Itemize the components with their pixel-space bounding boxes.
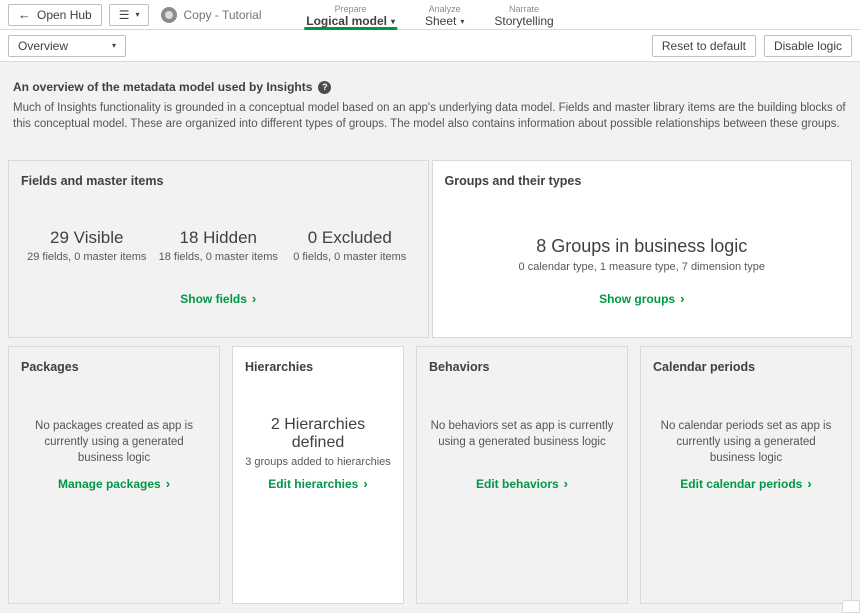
card-title: Hierarchies	[245, 360, 391, 374]
link-label: Edit behaviors	[476, 477, 559, 491]
stat-value: 0 Excluded	[284, 228, 416, 248]
behaviors-card: Behaviors No behaviors set as app is cur…	[416, 346, 628, 604]
chevron-right-icon: ›	[807, 477, 811, 490]
nav-prepare-logical-model[interactable]: Prepare Logical model ▾	[304, 0, 397, 30]
stat-detail: 29 fields, 0 master items	[21, 251, 153, 263]
card-title: Groups and their types	[445, 174, 840, 188]
global-menu-button[interactable]: ☰ ▾	[109, 4, 150, 26]
chevron-right-icon: ›	[166, 477, 170, 490]
app-name: Copy - Tutorial	[183, 8, 261, 22]
chevron-right-icon: ›	[680, 292, 684, 305]
show-fields-link[interactable]: Show fields ›	[9, 292, 428, 306]
chevron-down-icon: ▾	[391, 18, 395, 26]
top-bar: ← Open Hub ☰ ▾ Copy - Tutorial Prepare L…	[0, 0, 860, 30]
fields-and-master-items-card: Fields and master items 29 Visible 29 fi…	[8, 160, 429, 338]
nav-section-label: Narrate	[509, 4, 539, 15]
chevron-right-icon: ›	[363, 477, 367, 490]
help-icon[interactable]: ?	[318, 81, 331, 94]
stat-value: 18 Hidden	[153, 228, 285, 248]
view-toolbar: Overview ▾ Reset to default Disable logi…	[0, 30, 860, 62]
nav-item-label: Storytelling	[494, 14, 553, 29]
groups-and-types-card: Groups and their types 8 Groups in busin…	[432, 160, 853, 338]
view-selector-value: Overview	[18, 39, 68, 53]
back-arrow-icon: ←	[18, 8, 31, 21]
edit-calendar-periods-link[interactable]: Edit calendar periods ›	[641, 477, 851, 491]
packages-message: No packages created as app is currently …	[21, 418, 207, 466]
intro-description: Much of Insights functionality is ground…	[13, 101, 847, 133]
nav-section-label: Prepare	[335, 4, 367, 15]
calendar-periods-message: No calendar periods set as app is curren…	[653, 418, 839, 466]
intro-title: An overview of the metadata model used b…	[13, 80, 312, 94]
groups-stat: 8 Groups in business logic 0 calendar ty…	[445, 236, 840, 273]
reset-to-default-label: Reset to default	[662, 39, 746, 53]
card-title: Packages	[21, 360, 207, 374]
open-hub-label: Open Hub	[37, 8, 92, 22]
stat-value: 29 Visible	[21, 228, 153, 248]
cards-row-1: Fields and master items 29 Visible 29 fi…	[8, 160, 852, 338]
chevron-right-icon: ›	[564, 477, 568, 490]
stat-detail: 0 calendar type, 1 measure type, 7 dimen…	[445, 261, 840, 273]
show-groups-link[interactable]: Show groups ›	[433, 292, 852, 306]
behaviors-message: No behaviors set as app is currently usi…	[429, 418, 615, 450]
cards-row-2: Packages No packages created as app is c…	[8, 346, 852, 604]
stat-detail: 18 fields, 0 master items	[153, 251, 285, 263]
chevron-down-icon: ▾	[135, 11, 139, 19]
link-label: Manage packages	[58, 477, 161, 491]
link-label: Show fields	[180, 292, 247, 306]
stat-value: 8 Groups in business logic	[445, 236, 840, 257]
reset-to-default-button[interactable]: Reset to default	[652, 35, 756, 57]
disable-logic-button[interactable]: Disable logic	[764, 35, 852, 57]
excluded-fields-stat: 0 Excluded 0 fields, 0 master items	[284, 228, 416, 263]
card-title: Calendar periods	[653, 360, 839, 374]
intro-section: An overview of the metadata model used b…	[8, 62, 852, 133]
chevron-down-icon: ▾	[112, 42, 116, 50]
app-info: Copy - Tutorial	[161, 7, 261, 23]
fields-stats-row: 29 Visible 29 fields, 0 master items 18 …	[21, 228, 416, 263]
stat-value: 2 Hierarchies defined	[245, 416, 391, 452]
hidden-fields-stat: 18 Hidden 18 fields, 0 master items	[153, 228, 285, 263]
view-selector-dropdown[interactable]: Overview ▾	[8, 35, 126, 57]
floating-widget-button[interactable]	[842, 600, 860, 613]
hamburger-icon: ☰	[119, 9, 130, 21]
stat-detail: 3 groups added to hierarchies	[245, 456, 391, 468]
overview-main: An overview of the metadata model used b…	[0, 62, 860, 604]
nav-item-label: Sheet	[425, 14, 456, 29]
chevron-right-icon: ›	[252, 292, 256, 305]
manage-packages-link[interactable]: Manage packages ›	[9, 477, 219, 491]
nav-analyze-sheet[interactable]: Analyze Sheet ▾	[423, 0, 466, 30]
packages-card: Packages No packages created as app is c…	[8, 346, 220, 604]
open-hub-button[interactable]: ← Open Hub	[8, 4, 102, 26]
nav-item-label: Logical model	[306, 14, 387, 29]
main-navigation: Prepare Logical model ▾ Analyze Sheet ▾ …	[304, 0, 555, 30]
link-label: Edit hierarchies	[268, 477, 358, 491]
visible-fields-stat: 29 Visible 29 fields, 0 master items	[21, 228, 153, 263]
app-icon	[161, 7, 177, 23]
link-label: Edit calendar periods	[680, 477, 802, 491]
stat-detail: 0 fields, 0 master items	[284, 251, 416, 263]
topbar-left: ← Open Hub ☰ ▾ Copy - Tutorial	[8, 4, 262, 26]
hierarchies-card: Hierarchies 2 Hierarchies defined 3 grou…	[232, 346, 404, 604]
link-label: Show groups	[599, 292, 675, 306]
card-title: Behaviors	[429, 360, 615, 374]
card-title: Fields and master items	[21, 174, 416, 188]
nav-narrate-storytelling[interactable]: Narrate Storytelling	[492, 0, 555, 30]
disable-logic-label: Disable logic	[774, 39, 842, 53]
nav-section-label: Analyze	[429, 4, 461, 15]
edit-behaviors-link[interactable]: Edit behaviors ›	[417, 477, 627, 491]
edit-hierarchies-link[interactable]: Edit hierarchies ›	[233, 477, 403, 491]
chevron-down-icon: ▾	[460, 18, 464, 26]
hierarchies-stat: 2 Hierarchies defined 3 groups added to …	[245, 416, 391, 468]
calendar-periods-card: Calendar periods No calendar periods set…	[640, 346, 852, 604]
